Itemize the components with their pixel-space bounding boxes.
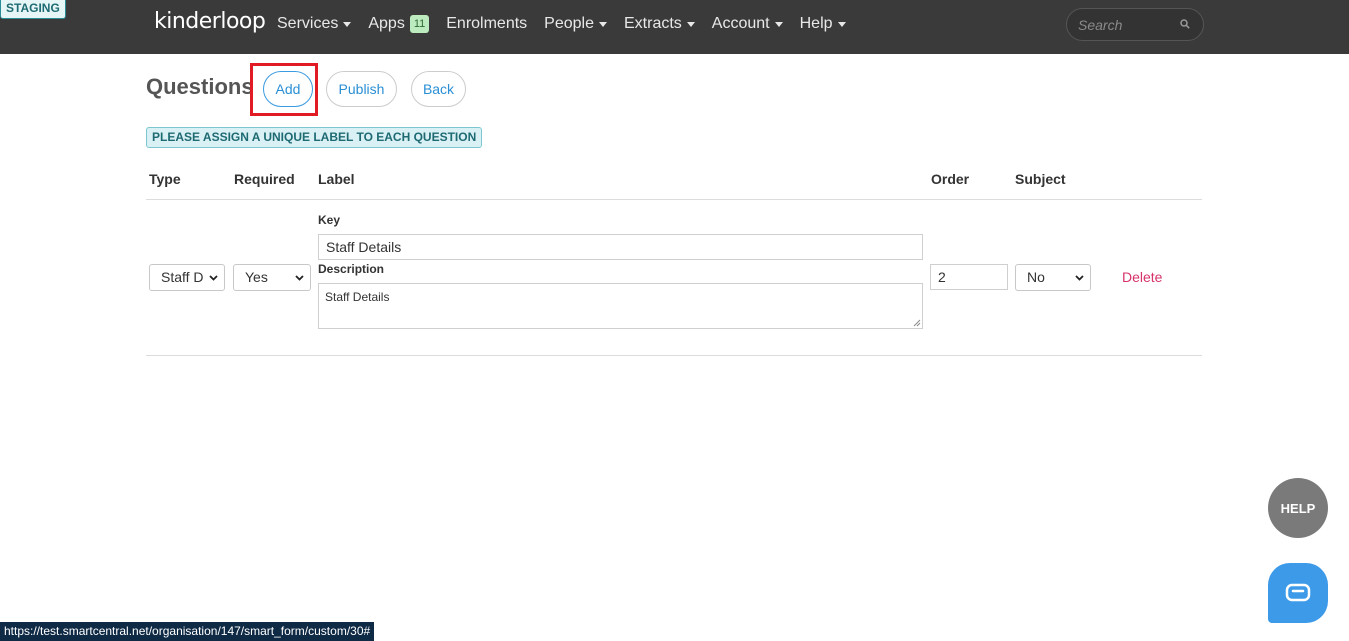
description-text: Staff Details <box>325 290 390 304</box>
nav-people-label: People <box>544 15 594 32</box>
search-input[interactable] <box>1078 16 1178 34</box>
chat-icon <box>1285 583 1311 602</box>
header-required: Required <box>234 171 295 187</box>
resize-grip-icon[interactable] <box>913 319 921 327</box>
description-label: Description <box>318 262 385 276</box>
caret-down-icon <box>837 21 846 27</box>
top-navbar: kinderloop Services Apps 11 Enrolments P… <box>0 0 1349 54</box>
nav-extracts[interactable]: Extracts <box>624 15 695 33</box>
header-label: Label <box>318 171 355 187</box>
header-order: Order <box>931 171 970 187</box>
nav-apps[interactable]: Apps 11 <box>368 15 430 33</box>
header-type: Type <box>149 171 181 187</box>
required-select[interactable]: Yes <box>233 264 311 291</box>
caret-down-icon <box>774 21 783 27</box>
apps-count-badge: 11 <box>409 15 430 33</box>
header-subject: Subject <box>1015 171 1066 187</box>
nav-services-label: Services <box>277 15 339 32</box>
subject-select[interactable]: No <box>1015 264 1091 291</box>
type-select-value: Staff D <box>161 269 204 285</box>
subject-select-value: No <box>1027 269 1045 285</box>
help-button[interactable]: HELP <box>1268 478 1328 538</box>
caret-down-icon <box>686 21 695 27</box>
nav-people[interactable]: People <box>544 15 607 33</box>
key-input[interactable]: Staff Details <box>318 234 923 260</box>
delete-link[interactable]: Delete <box>1122 269 1162 285</box>
header-divider <box>146 199 1202 200</box>
nav-apps-label: Apps <box>368 15 405 32</box>
chevron-down-icon <box>209 275 218 281</box>
chevron-down-icon <box>1075 275 1084 281</box>
row-divider <box>146 355 1202 356</box>
highlight-box <box>250 63 318 116</box>
back-button[interactable]: Back <box>411 71 466 107</box>
type-select[interactable]: Staff D <box>149 264 225 291</box>
required-select-value: Yes <box>245 269 268 285</box>
unique-label-notice: PLEASE ASSIGN A UNIQUE LABEL TO EACH QUE… <box>146 127 483 148</box>
order-input[interactable]: 2 <box>930 264 1008 290</box>
key-label: Key <box>318 213 341 227</box>
nav-enrolments[interactable]: Enrolments <box>446 15 527 33</box>
staging-badge: STAGING <box>0 0 66 19</box>
caret-down-icon <box>599 21 607 27</box>
search-icon[interactable] <box>1180 19 1190 29</box>
brand-logo[interactable]: kinderloop <box>154 9 266 34</box>
nav-help[interactable]: Help <box>800 15 846 33</box>
publish-button[interactable]: Publish <box>326 71 397 107</box>
page-title: Questions <box>146 74 254 99</box>
nav-enrolments-label: Enrolments <box>446 15 528 32</box>
caret-down-icon <box>343 21 352 27</box>
chevron-down-icon <box>295 275 304 281</box>
nav-account[interactable]: Account <box>712 15 783 33</box>
chat-button[interactable] <box>1268 563 1328 623</box>
nav-account-label: Account <box>711 15 770 32</box>
nav-services[interactable]: Services <box>277 15 352 33</box>
main-nav: Services Apps 11 Enrolments People Extra… <box>277 0 863 48</box>
nav-help-label: Help <box>799 15 833 32</box>
status-bar-url: https://test.smartcentral.net/organisati… <box>0 622 375 641</box>
description-textarea[interactable]: Staff Details <box>318 283 923 329</box>
search-box <box>1066 8 1204 41</box>
nav-extracts-label: Extracts <box>624 15 682 32</box>
